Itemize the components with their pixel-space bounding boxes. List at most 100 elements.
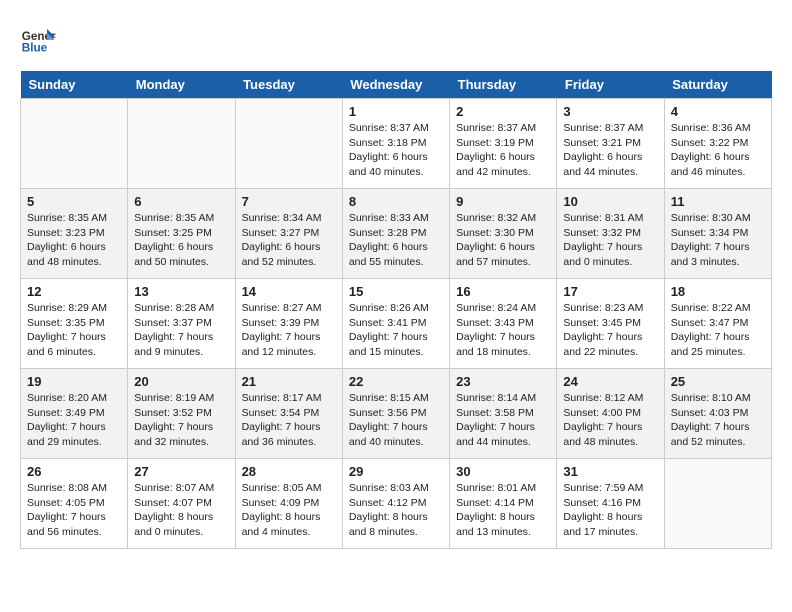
day-number: 28: [242, 464, 336, 479]
day-number: 17: [563, 284, 657, 299]
weekday-header-wednesday: Wednesday: [342, 71, 449, 99]
calendar-cell: 18 Sunrise: 8:22 AM Sunset: 3:47 PM Dayli…: [664, 279, 771, 369]
day-number: 10: [563, 194, 657, 209]
calendar-cell: 26 Sunrise: 8:08 AM Sunset: 4:05 PM Dayli…: [21, 459, 128, 549]
day-info: Sunrise: 7:59 AM Sunset: 4:16 PM Dayligh…: [563, 481, 657, 540]
day-info: Sunrise: 8:37 AM Sunset: 3:19 PM Dayligh…: [456, 121, 550, 180]
calendar-cell: 22 Sunrise: 8:15 AM Sunset: 3:56 PM Dayli…: [342, 369, 449, 459]
week-row-1: 1 Sunrise: 8:37 AM Sunset: 3:18 PM Daylig…: [21, 99, 772, 189]
day-info: Sunrise: 8:28 AM Sunset: 3:37 PM Dayligh…: [134, 301, 228, 360]
day-info: Sunrise: 8:34 AM Sunset: 3:27 PM Dayligh…: [242, 211, 336, 270]
calendar-cell: 23Sunrise: 8:14 AM Sunset: 3:58 PM Dayli…: [450, 369, 557, 459]
week-row-5: 26 Sunrise: 8:08 AM Sunset: 4:05 PM Dayli…: [21, 459, 772, 549]
day-number: 26: [27, 464, 121, 479]
calendar-cell: 12 Sunrise: 8:29 AM Sunset: 3:35 PM Dayli…: [21, 279, 128, 369]
calendar-cell: 13 Sunrise: 8:28 AM Sunset: 3:37 PM Dayli…: [128, 279, 235, 369]
calendar-cell: 28 Sunrise: 8:05 AM Sunset: 4:09 PM Dayli…: [235, 459, 342, 549]
weekday-header-sunday: Sunday: [21, 71, 128, 99]
day-info: Sunrise: 8:35 AM Sunset: 3:25 PM Dayligh…: [134, 211, 228, 270]
day-info: Sunrise: 8:20 AM Sunset: 3:49 PM Dayligh…: [27, 391, 121, 450]
svg-text:Blue: Blue: [22, 42, 48, 55]
day-number: 15: [349, 284, 443, 299]
day-number: 18: [671, 284, 765, 299]
day-number: 31: [563, 464, 657, 479]
day-info: Sunrise: 8:32 AM Sunset: 3:30 PM Dayligh…: [456, 211, 550, 270]
day-info: Sunrise: 8:24 AM Sunset: 3:43 PM Dayligh…: [456, 301, 550, 360]
day-number: 1: [349, 104, 443, 119]
logo: General Blue: [20, 20, 62, 56]
week-row-3: 12 Sunrise: 8:29 AM Sunset: 3:35 PM Dayli…: [21, 279, 772, 369]
day-number: 5: [27, 194, 121, 209]
day-info: Sunrise: 8:14 AM Sunset: 3:58 PM Dayligh…: [456, 391, 550, 450]
day-number: 16: [456, 284, 550, 299]
day-number: 7: [242, 194, 336, 209]
day-number: 24: [563, 374, 657, 389]
day-info: Sunrise: 8:08 AM Sunset: 4:05 PM Dayligh…: [27, 481, 121, 540]
calendar-cell: 5 Sunrise: 8:35 AM Sunset: 3:23 PM Daylig…: [21, 189, 128, 279]
day-info: Sunrise: 8:30 AM Sunset: 3:34 PM Dayligh…: [671, 211, 765, 270]
day-number: 29: [349, 464, 443, 479]
day-number: 22: [349, 374, 443, 389]
calendar-cell: 30 Sunrise: 8:01 AM Sunset: 4:14 PM Dayli…: [450, 459, 557, 549]
calendar-cell: 17 Sunrise: 8:23 AM Sunset: 3:45 PM Dayli…: [557, 279, 664, 369]
day-info: Sunrise: 8:26 AM Sunset: 3:41 PM Dayligh…: [349, 301, 443, 360]
day-info: Sunrise: 8:29 AM Sunset: 3:35 PM Dayligh…: [27, 301, 121, 360]
calendar-cell: 16 Sunrise: 8:24 AM Sunset: 3:43 PM Dayli…: [450, 279, 557, 369]
calendar-cell: 15 Sunrise: 8:26 AM Sunset: 3:41 PM Dayli…: [342, 279, 449, 369]
calendar-cell: 21 Sunrise: 8:17 AM Sunset: 3:54 PM Dayli…: [235, 369, 342, 459]
calendar-cell: 24Sunrise: 8:12 AM Sunset: 4:00 PM Dayli…: [557, 369, 664, 459]
day-number: 30: [456, 464, 550, 479]
day-number: 6: [134, 194, 228, 209]
day-number: 25: [671, 374, 765, 389]
calendar-cell: 25 Sunrise: 8:10 AM Sunset: 4:03 PM Dayli…: [664, 369, 771, 459]
calendar-cell: [21, 99, 128, 189]
day-number: 14: [242, 284, 336, 299]
day-number: 20: [134, 374, 228, 389]
day-number: 12: [27, 284, 121, 299]
calendar-cell: 9 Sunrise: 8:32 AM Sunset: 3:30 PM Daylig…: [450, 189, 557, 279]
day-info: Sunrise: 8:17 AM Sunset: 3:54 PM Dayligh…: [242, 391, 336, 450]
logo-icon: General Blue: [20, 20, 56, 56]
day-number: 13: [134, 284, 228, 299]
day-info: Sunrise: 8:19 AM Sunset: 3:52 PM Dayligh…: [134, 391, 228, 450]
day-info: Sunrise: 8:10 AM Sunset: 4:03 PM Dayligh…: [671, 391, 765, 450]
day-info: Sunrise: 8:03 AM Sunset: 4:12 PM Dayligh…: [349, 481, 443, 540]
day-info: Sunrise: 8:22 AM Sunset: 3:47 PM Dayligh…: [671, 301, 765, 360]
day-number: 9: [456, 194, 550, 209]
day-number: 2: [456, 104, 550, 119]
day-info: Sunrise: 8:37 AM Sunset: 3:21 PM Dayligh…: [563, 121, 657, 180]
weekday-header-friday: Friday: [557, 71, 664, 99]
calendar-cell: 29 Sunrise: 8:03 AM Sunset: 4:12 PM Dayli…: [342, 459, 449, 549]
weekday-header-monday: Monday: [128, 71, 235, 99]
day-number: 19: [27, 374, 121, 389]
calendar-cell: 8Sunrise: 8:33 AM Sunset: 3:28 PM Daylig…: [342, 189, 449, 279]
calendar-cell: 19 Sunrise: 8:20 AM Sunset: 3:49 PM Dayli…: [21, 369, 128, 459]
day-info: Sunrise: 8:35 AM Sunset: 3:23 PM Dayligh…: [27, 211, 121, 270]
calendar-cell: 31 Sunrise: 7:59 AM Sunset: 4:16 PM Dayli…: [557, 459, 664, 549]
day-info: Sunrise: 8:01 AM Sunset: 4:14 PM Dayligh…: [456, 481, 550, 540]
calendar-cell: 4Sunrise: 8:36 AM Sunset: 3:22 PM Daylig…: [664, 99, 771, 189]
calendar-cell: [664, 459, 771, 549]
calendar-table: SundayMondayTuesdayWednesdayThursdayFrid…: [20, 71, 772, 549]
day-number: 27: [134, 464, 228, 479]
week-row-2: 5 Sunrise: 8:35 AM Sunset: 3:23 PM Daylig…: [21, 189, 772, 279]
calendar-cell: [128, 99, 235, 189]
calendar-cell: [235, 99, 342, 189]
day-info: Sunrise: 8:37 AM Sunset: 3:18 PM Dayligh…: [349, 121, 443, 180]
week-row-4: 19 Sunrise: 8:20 AM Sunset: 3:49 PM Dayli…: [21, 369, 772, 459]
calendar-cell: 6 Sunrise: 8:35 AM Sunset: 3:25 PM Daylig…: [128, 189, 235, 279]
calendar-cell: 11Sunrise: 8:30 AM Sunset: 3:34 PM Dayli…: [664, 189, 771, 279]
day-number: 21: [242, 374, 336, 389]
day-info: Sunrise: 8:23 AM Sunset: 3:45 PM Dayligh…: [563, 301, 657, 360]
day-info: Sunrise: 8:27 AM Sunset: 3:39 PM Dayligh…: [242, 301, 336, 360]
day-info: Sunrise: 8:07 AM Sunset: 4:07 PM Dayligh…: [134, 481, 228, 540]
day-number: 8: [349, 194, 443, 209]
weekday-header-thursday: Thursday: [450, 71, 557, 99]
weekday-header-tuesday: Tuesday: [235, 71, 342, 99]
day-info: Sunrise: 8:36 AM Sunset: 3:22 PM Dayligh…: [671, 121, 765, 180]
calendar-cell: 14 Sunrise: 8:27 AM Sunset: 3:39 PM Dayli…: [235, 279, 342, 369]
calendar-cell: 10Sunrise: 8:31 AM Sunset: 3:32 PM Dayli…: [557, 189, 664, 279]
calendar-cell: 2 Sunrise: 8:37 AM Sunset: 3:19 PM Daylig…: [450, 99, 557, 189]
day-info: Sunrise: 8:05 AM Sunset: 4:09 PM Dayligh…: [242, 481, 336, 540]
day-info: Sunrise: 8:15 AM Sunset: 3:56 PM Dayligh…: [349, 391, 443, 450]
